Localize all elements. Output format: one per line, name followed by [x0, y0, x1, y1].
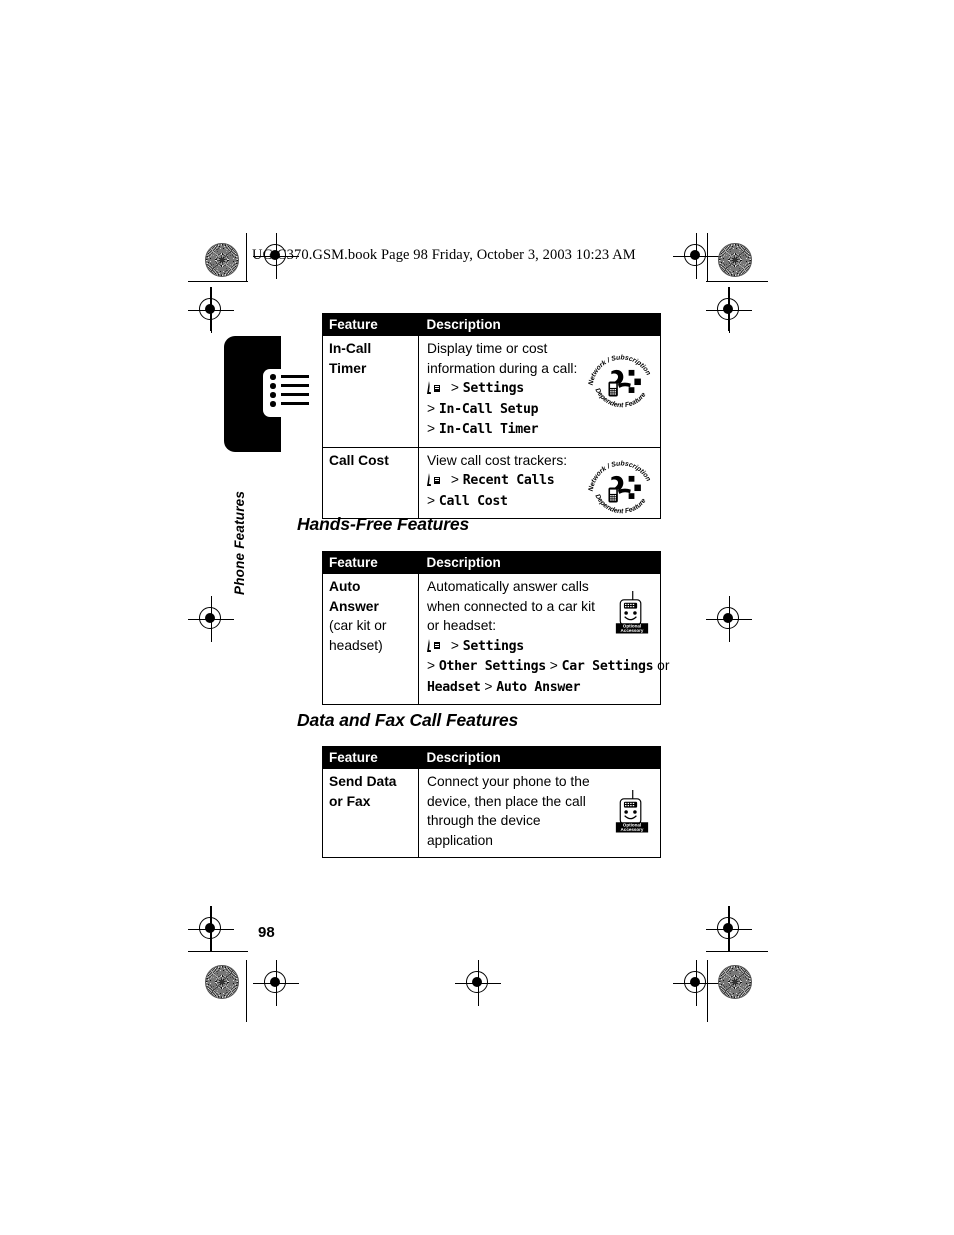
feature-line: Send Data — [329, 774, 397, 789]
menu-path-line: > Other Settings > Car Settings or — [427, 656, 669, 677]
column-header-description: Description — [418, 551, 661, 574]
table-call-features: Feature Description In-Call Timer Displa… — [322, 313, 661, 519]
section-heading-hands-free: Hands-Free Features — [297, 514, 470, 534]
trim-line-top-left — [246, 233, 248, 281]
registration-crosshair-icon — [673, 233, 719, 279]
optional-accessory-icon: Optional Accessory — [610, 588, 654, 638]
menu-arrow: > — [484, 678, 493, 694]
feature-line: In-Call — [329, 341, 372, 356]
feature-cell: In-Call Timer — [322, 336, 419, 447]
trim-line-lower-right-v — [728, 906, 730, 952]
trim-line-upper-right — [706, 281, 768, 283]
menu-arrow: > — [450, 472, 459, 487]
table-header-row: Feature Description — [322, 551, 661, 574]
trim-line-upper-left-v — [210, 287, 212, 331]
table-header-row: Feature Description — [322, 313, 661, 336]
column-header-feature: Feature — [322, 746, 419, 769]
description-cell: Display time or cost information during … — [419, 336, 661, 447]
feature-line: Call Cost — [329, 452, 389, 468]
svg-text:Dependent Feature: Dependent Feature — [593, 387, 647, 409]
page-number: 98 — [258, 924, 275, 941]
trim-line-bottom-right — [707, 960, 709, 1022]
section-heading-data-fax: Data and Fax Call Features — [297, 710, 519, 730]
column-header-description: Description — [418, 746, 661, 769]
trim-line-upper-left — [188, 281, 248, 283]
menu-path-line: Headset > Auto Answer — [427, 677, 655, 698]
trim-line-lower-left-v — [210, 906, 212, 952]
menu-key-icon — [427, 638, 446, 652]
optional-accessory-icon: Optional Accessory — [610, 787, 654, 837]
menu-path-line: > In-Call Timer — [427, 419, 655, 440]
menu-item: Call Cost — [438, 493, 508, 509]
starburst-icon — [205, 965, 239, 999]
menu-key-icon — [427, 381, 446, 394]
menu-arrow: > — [427, 400, 436, 416]
menu-item: Settings — [462, 381, 524, 396]
description-cell: Automatically answer calls when connecte… — [419, 574, 669, 705]
svg-text:Dependent Feature: Dependent Feature — [593, 493, 647, 515]
menu-key-icon — [427, 473, 446, 486]
feature-cell: Send Data or Fax — [322, 769, 419, 858]
trim-line-lower-left — [188, 951, 248, 953]
description-cell: View call cost trackers: > Recent Calls … — [418, 446, 661, 522]
feature-cell: Call Cost — [322, 446, 419, 519]
menu-arrow: > — [427, 421, 436, 436]
network-subscription-dependent-feature-icon: Network / Subscription Dependent Feature — [584, 450, 656, 522]
network-subscription-dependent-feature-icon: Network / Subscription Dependent Feature — [584, 344, 656, 416]
registration-crosshair-icon — [253, 960, 299, 1006]
registration-crosshair-icon — [706, 596, 752, 642]
svg-text:Accessory: Accessory — [621, 827, 644, 832]
menu-item: Car Settings — [561, 659, 654, 674]
menu-item: Other Settings — [438, 659, 546, 674]
feature-line: Timer — [329, 360, 367, 376]
trim-line-lower-right — [706, 951, 768, 953]
menu-arrow: > — [427, 658, 436, 673]
description-cell: Connect your phone to the device, then p… — [419, 769, 661, 858]
feature-line: Answer — [329, 598, 379, 614]
book-header-line: UG.C370.GSM.book Page 98 Friday, October… — [252, 247, 636, 263]
menu-arrow: > — [549, 658, 558, 673]
trim-line-bottom-left — [246, 960, 248, 1022]
table-row: In-Call Timer Display time or cost infor… — [322, 336, 661, 447]
menu-item: Settings — [462, 638, 524, 654]
table-row: Auto Answer (car kit or headset) Automat… — [322, 574, 669, 705]
table-header-row: Feature Description — [322, 746, 661, 769]
side-tab-label: Phone Features — [232, 490, 247, 595]
menu-arrow: > — [450, 380, 459, 395]
menu-item: Auto Answer — [496, 679, 581, 695]
column-header-feature: Feature — [322, 551, 419, 574]
svg-text:Accessory: Accessory — [621, 628, 644, 633]
starburst-icon — [718, 243, 752, 277]
trim-line-upper-right-v — [728, 287, 730, 331]
menu-item: Recent Calls — [462, 473, 555, 488]
feature-note-line: headset) — [329, 637, 383, 653]
menu-arrow: > — [450, 637, 459, 653]
table-hands-free: Feature Description Auto Answer (car kit… — [322, 551, 669, 705]
menu-arrow: > — [427, 492, 436, 508]
starburst-icon — [718, 965, 752, 999]
menu-item: In-Call Setup — [438, 401, 539, 417]
column-header-description: Description — [418, 313, 661, 336]
registration-crosshair-icon — [188, 596, 234, 642]
feature-line: Auto — [329, 579, 361, 594]
menu-item: Headset — [427, 679, 481, 695]
column-header-feature: Feature — [322, 313, 419, 336]
feature-note-line: (car kit or — [329, 618, 387, 633]
trim-line-top-right — [707, 233, 709, 281]
starburst-icon — [205, 243, 239, 277]
menu-item: In-Call Timer — [438, 422, 539, 437]
table-data-fax: Feature Description Send Data or Fax Con… — [322, 746, 661, 858]
menu-suffix: or — [657, 658, 670, 673]
feature-cell: Auto Answer (car kit or headset) — [322, 574, 419, 705]
registration-crosshair-icon — [455, 960, 501, 1006]
feature-line: or Fax — [329, 793, 371, 809]
table-row: Call Cost View call cost trackers: > Rec… — [322, 446, 661, 522]
registration-crosshair-icon — [673, 960, 719, 1006]
menu-path-line: > Settings — [427, 636, 655, 657]
table-row: Send Data or Fax Connect your phone to t… — [322, 769, 661, 858]
bulleted-list-icon — [270, 372, 312, 414]
